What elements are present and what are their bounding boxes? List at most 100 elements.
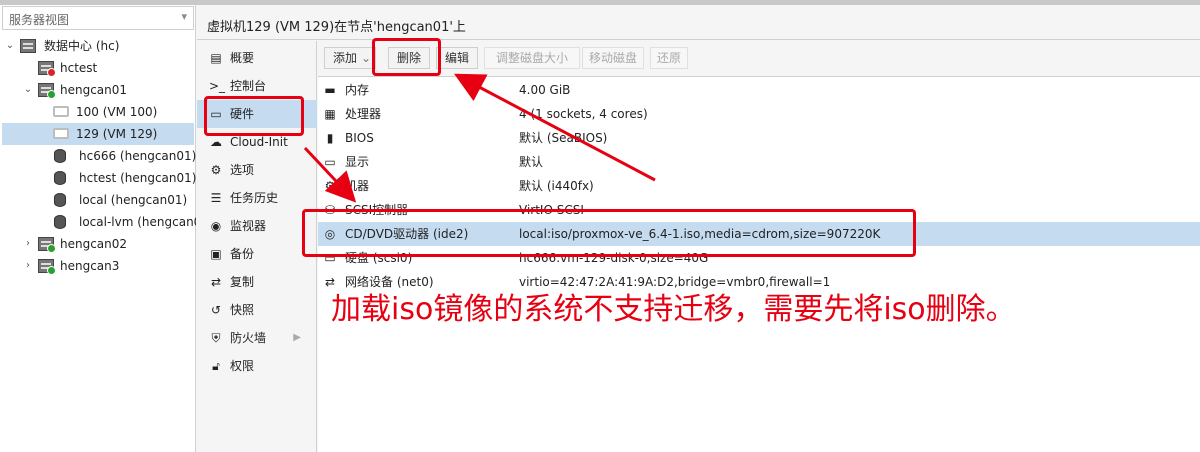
menu-item-label: 监视器 xyxy=(230,219,267,233)
menu-item-replication[interactable]: ⇄ 复制 xyxy=(197,268,317,296)
hardware-key: 处理器 xyxy=(345,107,382,121)
hardware-value: 4 (1 sockets, 4 cores) xyxy=(519,107,648,121)
move-disk-button[interactable]: 移动磁盘 xyxy=(582,47,644,69)
hardware-row-display[interactable]: ▭ 显示 默认 xyxy=(318,150,1200,174)
menu-item-label: 防火墙 xyxy=(230,331,267,345)
tree-node-label: local (hengcan01) xyxy=(79,193,188,207)
view-select[interactable]: 服务器视图 ▾ xyxy=(2,6,194,30)
tree-node-label: hctest (hengcan01) xyxy=(79,171,197,185)
tree-node-label: 100 (VM 100) xyxy=(76,105,158,119)
menu-item-label: 选项 xyxy=(230,163,255,177)
chevron-right-icon: ▶ xyxy=(293,332,301,343)
vm-icon xyxy=(53,106,69,117)
tree-node-label: 数据中心 (hc) xyxy=(44,39,120,53)
tree-node-storage-hctest[interactable]: hctest (hengcan01) xyxy=(0,167,196,189)
tree-node-storage-hc666[interactable]: hc666 (hengcan01) xyxy=(0,145,196,167)
tree-node-label: hengcan02 xyxy=(60,237,128,251)
menu-item-firewall[interactable]: ⛨ 防火墙 ▶ xyxy=(197,324,317,352)
hardware-row-cpu[interactable]: ▦ 处理器 4 (1 sockets, 4 cores) xyxy=(318,102,1200,126)
unlock-icon: 🔓︎ xyxy=(212,359,220,373)
resize-disk-button[interactable]: 调整磁盘大小 xyxy=(484,47,580,69)
hardware-key: 内存 xyxy=(345,83,370,97)
menu-item-monitor[interactable]: ◉ 监视器 xyxy=(197,212,317,240)
menu-item-label: 权限 xyxy=(230,359,255,373)
vm-icon xyxy=(53,128,69,139)
tree-node-hengcan3[interactable]: › hengcan3 xyxy=(0,255,196,277)
cpu-icon: ▦ xyxy=(324,107,336,121)
menu-item-label: 备份 xyxy=(230,247,255,261)
view-select-value: 服务器视图 xyxy=(9,13,70,27)
collapse-icon[interactable]: ⌄ xyxy=(22,79,34,101)
document-icon: ▤ xyxy=(210,51,222,65)
expand-icon[interactable]: › xyxy=(22,233,34,255)
menu-item-label: 快照 xyxy=(230,303,255,317)
hardware-value: 默认 xyxy=(519,155,544,169)
hardware-row-machine[interactable]: ⚙ 机器 默认 (i440fx) xyxy=(318,174,1200,198)
tree-node-label: 129 (VM 129) xyxy=(76,127,158,141)
tree-node-datacenter[interactable]: ⌄ 数据中心 (hc) xyxy=(0,35,196,57)
hardware-value: 4.00 GiB xyxy=(519,83,571,97)
hardware-key: 显示 xyxy=(345,155,370,169)
eye-icon: ◉ xyxy=(210,219,222,233)
microchip-icon: ▮ xyxy=(326,131,334,145)
menu-item-backup[interactable]: ▣ 备份 xyxy=(197,240,317,268)
menu-item-summary[interactable]: ▤ 概要 xyxy=(197,44,317,72)
tree-node-storage-local[interactable]: local (hengcan01) xyxy=(0,189,196,211)
tree-node-label: local-lvm (hengcan01) xyxy=(79,215,196,229)
tree-node-label: hc666 (hengcan01) xyxy=(79,149,197,163)
retweet-icon: ⇄ xyxy=(210,275,222,289)
tree-node-vm-100[interactable]: 100 (VM 100) xyxy=(0,101,196,123)
server-online-icon xyxy=(38,83,56,99)
datacenter-icon xyxy=(20,39,36,53)
vm-title-bar: 虚拟机129 (VM 129)在节点'hengcan01'上 xyxy=(197,5,1200,40)
hardware-value: 默认 (i440fx) xyxy=(519,179,594,193)
memory-icon: ▬ xyxy=(324,83,336,97)
hardware-toolbar: 添加 ⌄ 删除 编辑 调整磁盘大小 移动磁盘 还原 xyxy=(318,41,1200,77)
hardware-row-memory[interactable]: ▬ 内存 4.00 GiB xyxy=(318,78,1200,102)
tree-node-label: hengcan3 xyxy=(60,259,120,273)
annotation-text: 加载iso镜像的系统不支持迁移，需要先将iso删除。 xyxy=(331,292,1016,327)
revert-button[interactable]: 还原 xyxy=(650,47,688,69)
storage-icon xyxy=(54,193,66,207)
hardware-value: 默认 (SeaBIOS) xyxy=(519,131,608,145)
menu-item-label: 任务历史 xyxy=(230,191,279,205)
chevron-down-icon[interactable]: ▾ xyxy=(181,10,187,23)
hardware-key: 机器 xyxy=(345,179,370,193)
menu-item-label: 概要 xyxy=(230,51,255,65)
menu-item-permissions[interactable]: 🔓︎ 权限 xyxy=(197,352,317,380)
tree-node-hengcan01[interactable]: ⌄ hengcan01 xyxy=(0,79,196,101)
tree-node-storage-local-lvm[interactable]: local-lvm (hengcan01) xyxy=(0,211,196,233)
list-icon: ☰ xyxy=(210,191,222,205)
gear-icon: ⚙ xyxy=(210,163,222,177)
shield-icon: ⛨ xyxy=(211,331,221,345)
menu-item-options[interactable]: ⚙ 选项 xyxy=(197,156,317,184)
chevron-down-icon: ⌄ xyxy=(360,51,371,65)
storage-icon xyxy=(54,215,66,229)
annotation-box-delete xyxy=(372,38,441,76)
menu-item-snapshot[interactable]: ↺ 快照 xyxy=(197,296,317,324)
server-offline-icon xyxy=(38,61,56,77)
desktop-icon: ▭ xyxy=(324,155,336,169)
edit-button[interactable]: 编辑 xyxy=(436,47,478,69)
storage-icon xyxy=(54,171,66,185)
tree-node-label: hengcan01 xyxy=(60,83,128,97)
floppy-icon: ▣ xyxy=(210,247,222,261)
resource-tree-panel: 服务器视图 ▾ ⌄ 数据中心 (hc) hctest ⌄ hengcan01 1… xyxy=(0,5,196,452)
add-button-label: 添加 xyxy=(333,51,358,65)
hardware-row-bios[interactable]: ▮ BIOS 默认 (SeaBIOS) xyxy=(318,126,1200,150)
storage-icon xyxy=(54,149,66,163)
expand-icon[interactable]: › xyxy=(22,255,34,277)
history-icon: ↺ xyxy=(210,303,222,317)
add-button[interactable]: 添加 ⌄ xyxy=(324,47,376,69)
tree-node-hengcan02[interactable]: › hengcan02 xyxy=(0,233,196,255)
annotation-box-hardware xyxy=(204,96,304,136)
page-title: 虚拟机129 (VM 129)在节点'hengcan01'上 xyxy=(207,20,466,35)
collapse-icon[interactable]: ⌄ xyxy=(4,35,16,57)
menu-item-label: 复制 xyxy=(230,275,255,289)
menu-item-task-history[interactable]: ☰ 任务历史 xyxy=(197,184,317,212)
hardware-key: BIOS xyxy=(345,131,374,145)
tree-node-hctest[interactable]: hctest xyxy=(0,57,196,79)
tree-node-label: hctest xyxy=(60,61,98,75)
cogs-icon: ⚙ xyxy=(324,179,336,193)
tree-node-vm-129[interactable]: 129 (VM 129) xyxy=(2,123,194,145)
